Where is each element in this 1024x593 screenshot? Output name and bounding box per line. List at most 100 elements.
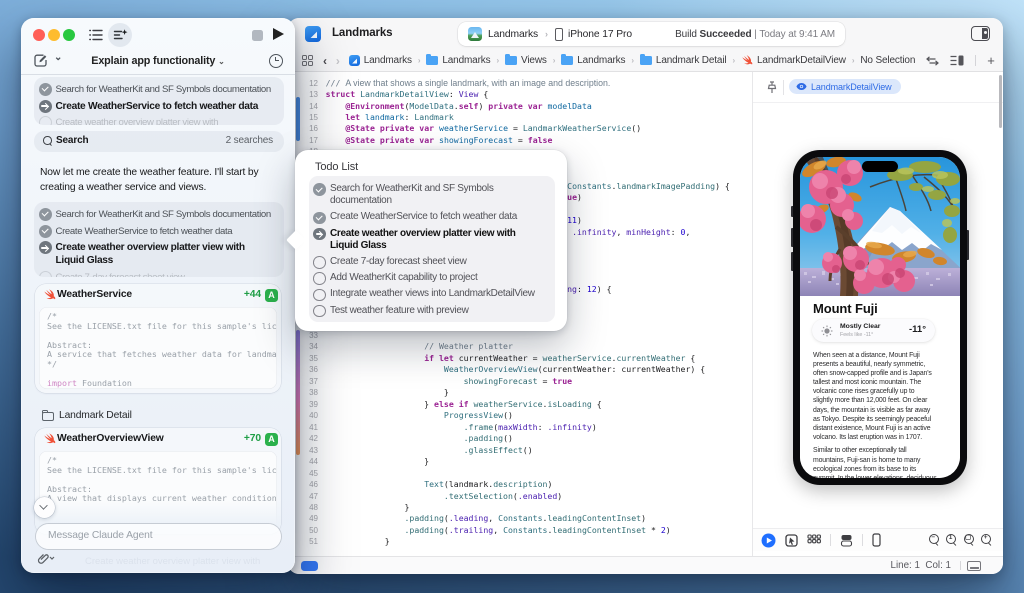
swap-editors-icon[interactable] [926, 56, 939, 66]
preview-target-pill[interactable]: LandmarkDetailView [789, 79, 901, 94]
breadcrumb-item[interactable]: No Selection [860, 55, 915, 66]
swift-icon [43, 289, 56, 302]
scrollbar-thumb[interactable] [999, 75, 1002, 128]
code-line: @State private var weatherService = Land… [326, 123, 642, 135]
live-preview-button[interactable] [761, 533, 776, 548]
conversation-title[interactable]: Explain app functionality ⌄ [21, 55, 295, 67]
list-icon[interactable] [89, 29, 103, 41]
jump-bar: ‹ › Landmarks›Landmarks›Views›Landmarks›… [288, 50, 1003, 72]
variants-button[interactable] [807, 534, 821, 547]
app-icon [468, 27, 482, 41]
check-circle-icon [39, 208, 52, 221]
breadcrumb: Landmarks›Landmarks›Views›Landmarks›Land… [349, 55, 916, 67]
task-item[interactable]: Create 7-day forecast sheet view [34, 269, 284, 277]
scroll-to-bottom-button[interactable] [34, 497, 55, 518]
sun-icon [821, 325, 833, 337]
code-line: .textSelection(.enabled) [326, 491, 563, 503]
breadcrumb-item[interactable]: Views [505, 55, 547, 66]
todo-item[interactable]: Create 7-day forecast sheet view [313, 254, 551, 270]
code-line: } else if weatherService.isLoading { [326, 399, 602, 411]
chevron-right-icon: › [852, 56, 855, 65]
editor-layout-icon[interactable] [950, 55, 964, 66]
device-settings-button[interactable] [872, 533, 881, 547]
code-line: .padding(.leading, Constants.leadingCont… [326, 513, 646, 525]
build-status[interactable]: Build Succeeded | Today at 9:41 AM [675, 29, 835, 40]
snippet-line: A service that fetches weather data for … [47, 350, 277, 360]
task-item[interactable]: Create weather overview platter view wit… [34, 115, 284, 125]
volume-up-button [791, 228, 793, 247]
folder-icon [426, 56, 438, 65]
file-status-badge: A [265, 433, 278, 446]
task-item[interactable]: Create WeatherService to fetch weather d… [34, 98, 284, 115]
zoom-button[interactable] [63, 29, 75, 41]
task-list-card[interactable]: Search for WeatherKit and SF Symbols doc… [34, 202, 284, 277]
continue-button[interactable] [273, 28, 284, 40]
breadcrumb-item[interactable]: LandmarkDetailView [741, 55, 846, 67]
minimize-button[interactable] [48, 29, 60, 41]
folder-icon [505, 56, 517, 65]
message-input[interactable]: Message Claude Agent [36, 524, 281, 549]
attachment-icon[interactable] [34, 551, 64, 565]
weather-condition: Mostly Clear [840, 323, 880, 330]
todo-item[interactable]: Test weather feature with preview [313, 303, 551, 319]
divider [21, 74, 295, 75]
back-button[interactable]: ‹ [323, 56, 327, 66]
breadcrumb-item[interactable]: Landmarks [349, 55, 412, 66]
code-line: ProgressView() [326, 410, 513, 422]
zoom-100-icon[interactable]: 1 [946, 534, 958, 546]
file-change-card[interactable]: WeatherOverviewView +70 A /*See the LICE… [35, 428, 281, 534]
todo-item[interactable]: Integrate weather views into LandmarkDet… [313, 286, 551, 302]
search-row[interactable]: Search 2 searches [34, 131, 284, 152]
scheme-pill[interactable]: Landmarks › iPhone 17 Pro Build Succeede… [458, 22, 845, 46]
empty-circle-icon [313, 272, 326, 285]
scheme-name[interactable]: Landmarks [488, 29, 538, 40]
selectable-mode-button[interactable] [785, 534, 798, 547]
weather-platter[interactable]: Mostly Clear Feels like -11° -11° [812, 319, 935, 342]
zoom-out-icon[interactable]: − [929, 534, 941, 546]
check-circle-icon [313, 212, 326, 225]
chevron-right-icon: › [418, 56, 421, 65]
history-icon[interactable] [269, 54, 283, 68]
task-item[interactable]: Search for WeatherKit and SF Symbols doc… [34, 81, 284, 98]
swift-file-icon [741, 55, 753, 67]
forward-button[interactable]: › [336, 56, 340, 66]
status-file-pill[interactable] [301, 561, 318, 571]
file-name: WeatherService [57, 289, 132, 300]
related-items-icon[interactable] [302, 55, 313, 66]
keyboard-icon[interactable] [967, 561, 981, 571]
task-item[interactable]: Search for WeatherKit and SF Symbols doc… [34, 206, 284, 223]
pin-icon[interactable] [766, 81, 778, 94]
folder-row[interactable]: Landmark Detail [59, 410, 132, 421]
diff-added-count: +44 [244, 289, 261, 300]
zoom-in-icon[interactable]: + [981, 534, 993, 546]
arrow-circle-icon [39, 100, 52, 113]
run-destination[interactable]: iPhone 17 Pro [568, 29, 632, 40]
task-list-card[interactable]: Search for WeatherKit and SF Symbols doc… [34, 77, 284, 125]
task-item[interactable]: Create weather overview platter view wit… [34, 240, 284, 270]
inspector-toggle-icon[interactable] [971, 26, 990, 41]
todo-item[interactable]: Search for WeatherKit and SF Symbols doc… [313, 181, 551, 209]
close-button[interactable] [33, 29, 45, 41]
code-snippet: /*See the LICENSE.txt file for this samp… [39, 307, 277, 389]
agent-tasks-icon[interactable] [108, 23, 132, 47]
todo-item[interactable]: Add WeatherKit capability to project [313, 270, 551, 286]
chevron-right-icon: › [545, 29, 548, 39]
divider [862, 534, 863, 546]
zoom-fit-icon[interactable]: ▢ [964, 534, 976, 546]
file-change-card[interactable]: WeatherService +44 A /*See the LICENSE.t… [35, 284, 281, 393]
todo-item[interactable]: Create weather overview platter view wit… [313, 226, 551, 254]
todo-item[interactable]: Create WeatherService to fetch weather d… [313, 209, 551, 225]
task-item[interactable]: Create WeatherService to fetch weather d… [34, 223, 284, 240]
folder-icon [561, 56, 573, 65]
assistant-message: Now let me create the weather feature. I… [40, 166, 284, 195]
iphone-screen[interactable]: Mount Fuji Mostly Clear Feels like -11° … [800, 157, 960, 478]
breadcrumb-item[interactable]: Landmarks [561, 55, 625, 66]
cursor-position: Line: 1 Col: 1 [891, 560, 951, 571]
breadcrumb-item[interactable]: Landmarks [426, 55, 490, 66]
color-scheme-button[interactable] [840, 534, 853, 547]
window-title: Landmarks [332, 27, 392, 39]
stop-button[interactable] [252, 30, 263, 41]
empty-circle-icon [313, 289, 326, 302]
breadcrumb-item[interactable]: Landmark Detail [640, 55, 727, 66]
add-editor-icon[interactable]: + [987, 53, 994, 68]
